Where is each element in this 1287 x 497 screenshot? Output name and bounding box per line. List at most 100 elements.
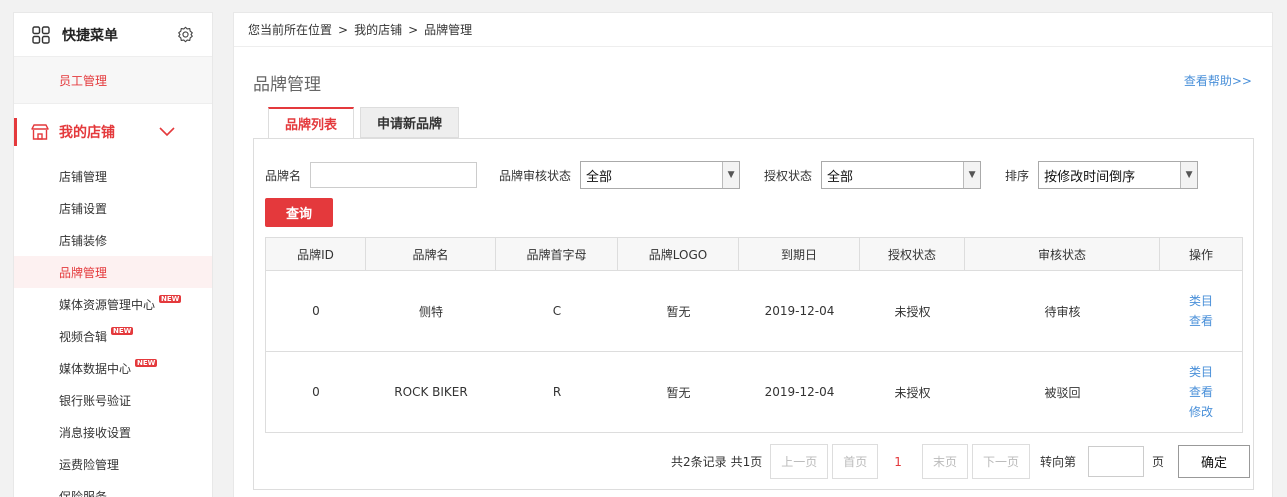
gear-icon[interactable] bbox=[177, 26, 194, 43]
column-header: 品牌LOGO bbox=[618, 238, 739, 270]
brand-logo-cell: 暂无 bbox=[666, 385, 691, 400]
edit-link[interactable]: 修改 bbox=[1189, 402, 1213, 422]
next-page-button[interactable]: 下一页 bbox=[971, 444, 1030, 479]
current-page[interactable]: 1 bbox=[894, 455, 902, 469]
sidebar-item-video-collection[interactable]: 视频合辑 NEW bbox=[14, 320, 212, 352]
sidebar-item-store-manage[interactable]: 店铺管理 bbox=[14, 160, 212, 192]
brand-name-label: 品牌名 bbox=[265, 168, 302, 183]
expiry-date-cell: 2019-12-04 bbox=[764, 385, 835, 399]
brand-logo-cell: 暂无 bbox=[666, 304, 691, 319]
sidebar-item-label: 品牌管理 bbox=[59, 265, 108, 280]
record-count: 共2条记录 bbox=[670, 455, 727, 469]
sidebar-item-label: 媒体数据中心 bbox=[59, 361, 132, 376]
breadcrumb-prefix: 您当前所在位置 bbox=[248, 23, 333, 37]
sidebar-item-label: 店铺管理 bbox=[59, 169, 108, 184]
brand-name-cell: 侧特 bbox=[418, 304, 443, 319]
sidebar-item-label: 运费险管理 bbox=[59, 457, 120, 472]
table-header: 品牌ID 品牌名 品牌首字母 品牌LOGO 到期日 授权状态 审核状态 操作 bbox=[266, 238, 1242, 271]
table-row: 0 侧特 C 暂无 2019-12-04 未授权 待审核 类目 查看 bbox=[266, 271, 1242, 352]
page-title: 品牌管理 bbox=[253, 75, 321, 95]
breadcrumb-brand-manage: 品牌管理 bbox=[424, 23, 473, 37]
quick-item-staff[interactable]: 员工管理 bbox=[14, 57, 212, 104]
column-header: 品牌首字母 bbox=[496, 238, 618, 270]
auth-status-select[interactable]: 全部 ▼ bbox=[821, 161, 982, 189]
chevron-down-icon: ▼ bbox=[1180, 162, 1198, 188]
breadcrumb-my-store[interactable]: 我的店铺 bbox=[354, 21, 402, 38]
page-suffix: 页 bbox=[1151, 455, 1164, 469]
sidebar-item-label: 店铺设置 bbox=[59, 201, 108, 216]
quick-menu-header: 快捷菜单 bbox=[14, 13, 212, 57]
new-badge: NEW bbox=[159, 295, 182, 303]
sidebar-item-label: 银行账号验证 bbox=[59, 393, 132, 408]
column-header: 品牌名 bbox=[366, 238, 496, 270]
column-header: 到期日 bbox=[739, 238, 860, 270]
sidebar-item-label: 消息接收设置 bbox=[59, 425, 132, 440]
goto-page-input[interactable] bbox=[1087, 446, 1144, 477]
review-status-value: 全部 bbox=[586, 169, 613, 185]
new-badge: NEW bbox=[111, 327, 134, 335]
sort-label: 排序 bbox=[1005, 168, 1030, 183]
sidebar-item-store-decor[interactable]: 店铺装修 bbox=[14, 224, 212, 256]
brand-table: 品牌ID 品牌名 品牌首字母 品牌LOGO 到期日 授权状态 审核状态 操作 0… bbox=[265, 237, 1243, 433]
expiry-date-cell: 2019-12-04 bbox=[764, 304, 835, 318]
sort-value: 按修改时间倒序 bbox=[1044, 169, 1136, 185]
sidebar-item-message-settings[interactable]: 消息接收设置 bbox=[14, 416, 212, 448]
review-status-select[interactable]: 全部 ▼ bbox=[580, 161, 741, 189]
tab-apply-brand[interactable]: 申请新品牌 bbox=[360, 107, 460, 138]
tab-bar: 品牌列表 申请新品牌 bbox=[268, 107, 465, 139]
chevron-down-icon[interactable] bbox=[159, 127, 175, 137]
brand-initial-cell: C bbox=[552, 304, 562, 318]
brand-list-panel: 品牌名 品牌审核状态 全部 ▼ 授权状态 全部 ▼ 排序 按修改时间倒序 ▼ 查… bbox=[253, 138, 1254, 490]
sidebar-item-insurance-service[interactable]: 保险服务 bbox=[14, 480, 212, 497]
view-link[interactable]: 查看 bbox=[1189, 382, 1213, 402]
sidebar-item-brand-manage[interactable]: 品牌管理 bbox=[14, 256, 212, 288]
sidebar-item-media-data[interactable]: 媒体数据中心 NEW bbox=[14, 352, 212, 384]
column-header: 品牌ID bbox=[266, 238, 366, 270]
last-page-button[interactable]: 末页 bbox=[921, 444, 968, 479]
column-header: 操作 bbox=[1188, 247, 1213, 262]
help-link[interactable]: 查看帮助>> bbox=[1184, 72, 1252, 89]
grid-icon bbox=[32, 25, 50, 44]
main-panel: 您当前所在位置 > 我的店铺 > 品牌管理 品牌管理 查看帮助>> 品牌列表 申… bbox=[233, 12, 1273, 497]
brand-name-cell: ROCK BIKER bbox=[394, 385, 468, 399]
column-header: 审核状态 bbox=[965, 238, 1160, 270]
review-status-cell: 被驳回 bbox=[1044, 385, 1081, 400]
sidebar-item-bank-verify[interactable]: 银行账号验证 bbox=[14, 384, 212, 416]
my-store-section[interactable]: 我的店铺 bbox=[14, 104, 212, 160]
page-count: 共1页 bbox=[730, 455, 763, 469]
breadcrumb-separator: > bbox=[338, 22, 349, 37]
category-link[interactable]: 类目 bbox=[1189, 362, 1213, 382]
filter-bar: 品牌名 品牌审核状态 全部 ▼ 授权状态 全部 ▼ 排序 按修改时间倒序 ▼ bbox=[265, 161, 1199, 189]
brand-id-cell: 0 bbox=[312, 385, 320, 399]
sidebar-item-shipping-insurance[interactable]: 运费险管理 bbox=[14, 448, 212, 480]
prev-page-button[interactable]: 上一页 bbox=[770, 444, 829, 479]
first-page-button[interactable]: 首页 bbox=[832, 444, 879, 479]
auth-status-cell: 未授权 bbox=[894, 385, 931, 400]
view-link[interactable]: 查看 bbox=[1189, 311, 1213, 331]
category-link[interactable]: 类目 bbox=[1189, 291, 1213, 311]
sidebar-item-store-settings[interactable]: 店铺设置 bbox=[14, 192, 212, 224]
goto-label: 转向第 bbox=[1039, 455, 1076, 469]
breadcrumb: 您当前所在位置 > 我的店铺 > 品牌管理 bbox=[234, 13, 1272, 47]
confirm-button[interactable]: 确定 bbox=[1178, 445, 1250, 478]
sort-select[interactable]: 按修改时间倒序 ▼ bbox=[1038, 161, 1199, 189]
table-row: 0 ROCK BIKER R 暂无 2019-12-04 未授权 被驳回 类目 … bbox=[266, 352, 1242, 432]
tab-brand-list[interactable]: 品牌列表 bbox=[268, 107, 355, 139]
sidebar-item-label: 保险服务 bbox=[59, 489, 108, 497]
auth-status-label: 授权状态 bbox=[764, 168, 813, 183]
pagination: 共2条记录 共1页 上一页 首页 1 末页 下一页 转向第 页 确定 bbox=[671, 444, 1250, 479]
breadcrumb-separator: > bbox=[408, 22, 419, 37]
auth-status-value: 全部 bbox=[827, 169, 854, 185]
brand-id-cell: 0 bbox=[312, 304, 320, 318]
sidebar-item-label: 媒体资源管理中心 bbox=[59, 297, 156, 312]
query-button[interactable]: 查询 bbox=[265, 198, 333, 227]
brand-name-input[interactable] bbox=[310, 162, 478, 188]
review-status-cell: 待审核 bbox=[1044, 304, 1081, 319]
sidebar-item-label: 店铺装修 bbox=[59, 233, 108, 248]
brand-initial-cell: R bbox=[552, 385, 562, 399]
sidebar: 快捷菜单 员工管理 我的店铺 店铺管理 店铺设置 店铺装修 品牌管理 媒体资源管… bbox=[13, 12, 213, 497]
review-status-label: 品牌审核状态 bbox=[499, 168, 572, 183]
actions-cell: 类目 查看 bbox=[1160, 271, 1242, 351]
sidebar-item-media-center[interactable]: 媒体资源管理中心 NEW bbox=[14, 288, 212, 320]
actions-cell: 类目 查看 修改 bbox=[1160, 352, 1242, 432]
